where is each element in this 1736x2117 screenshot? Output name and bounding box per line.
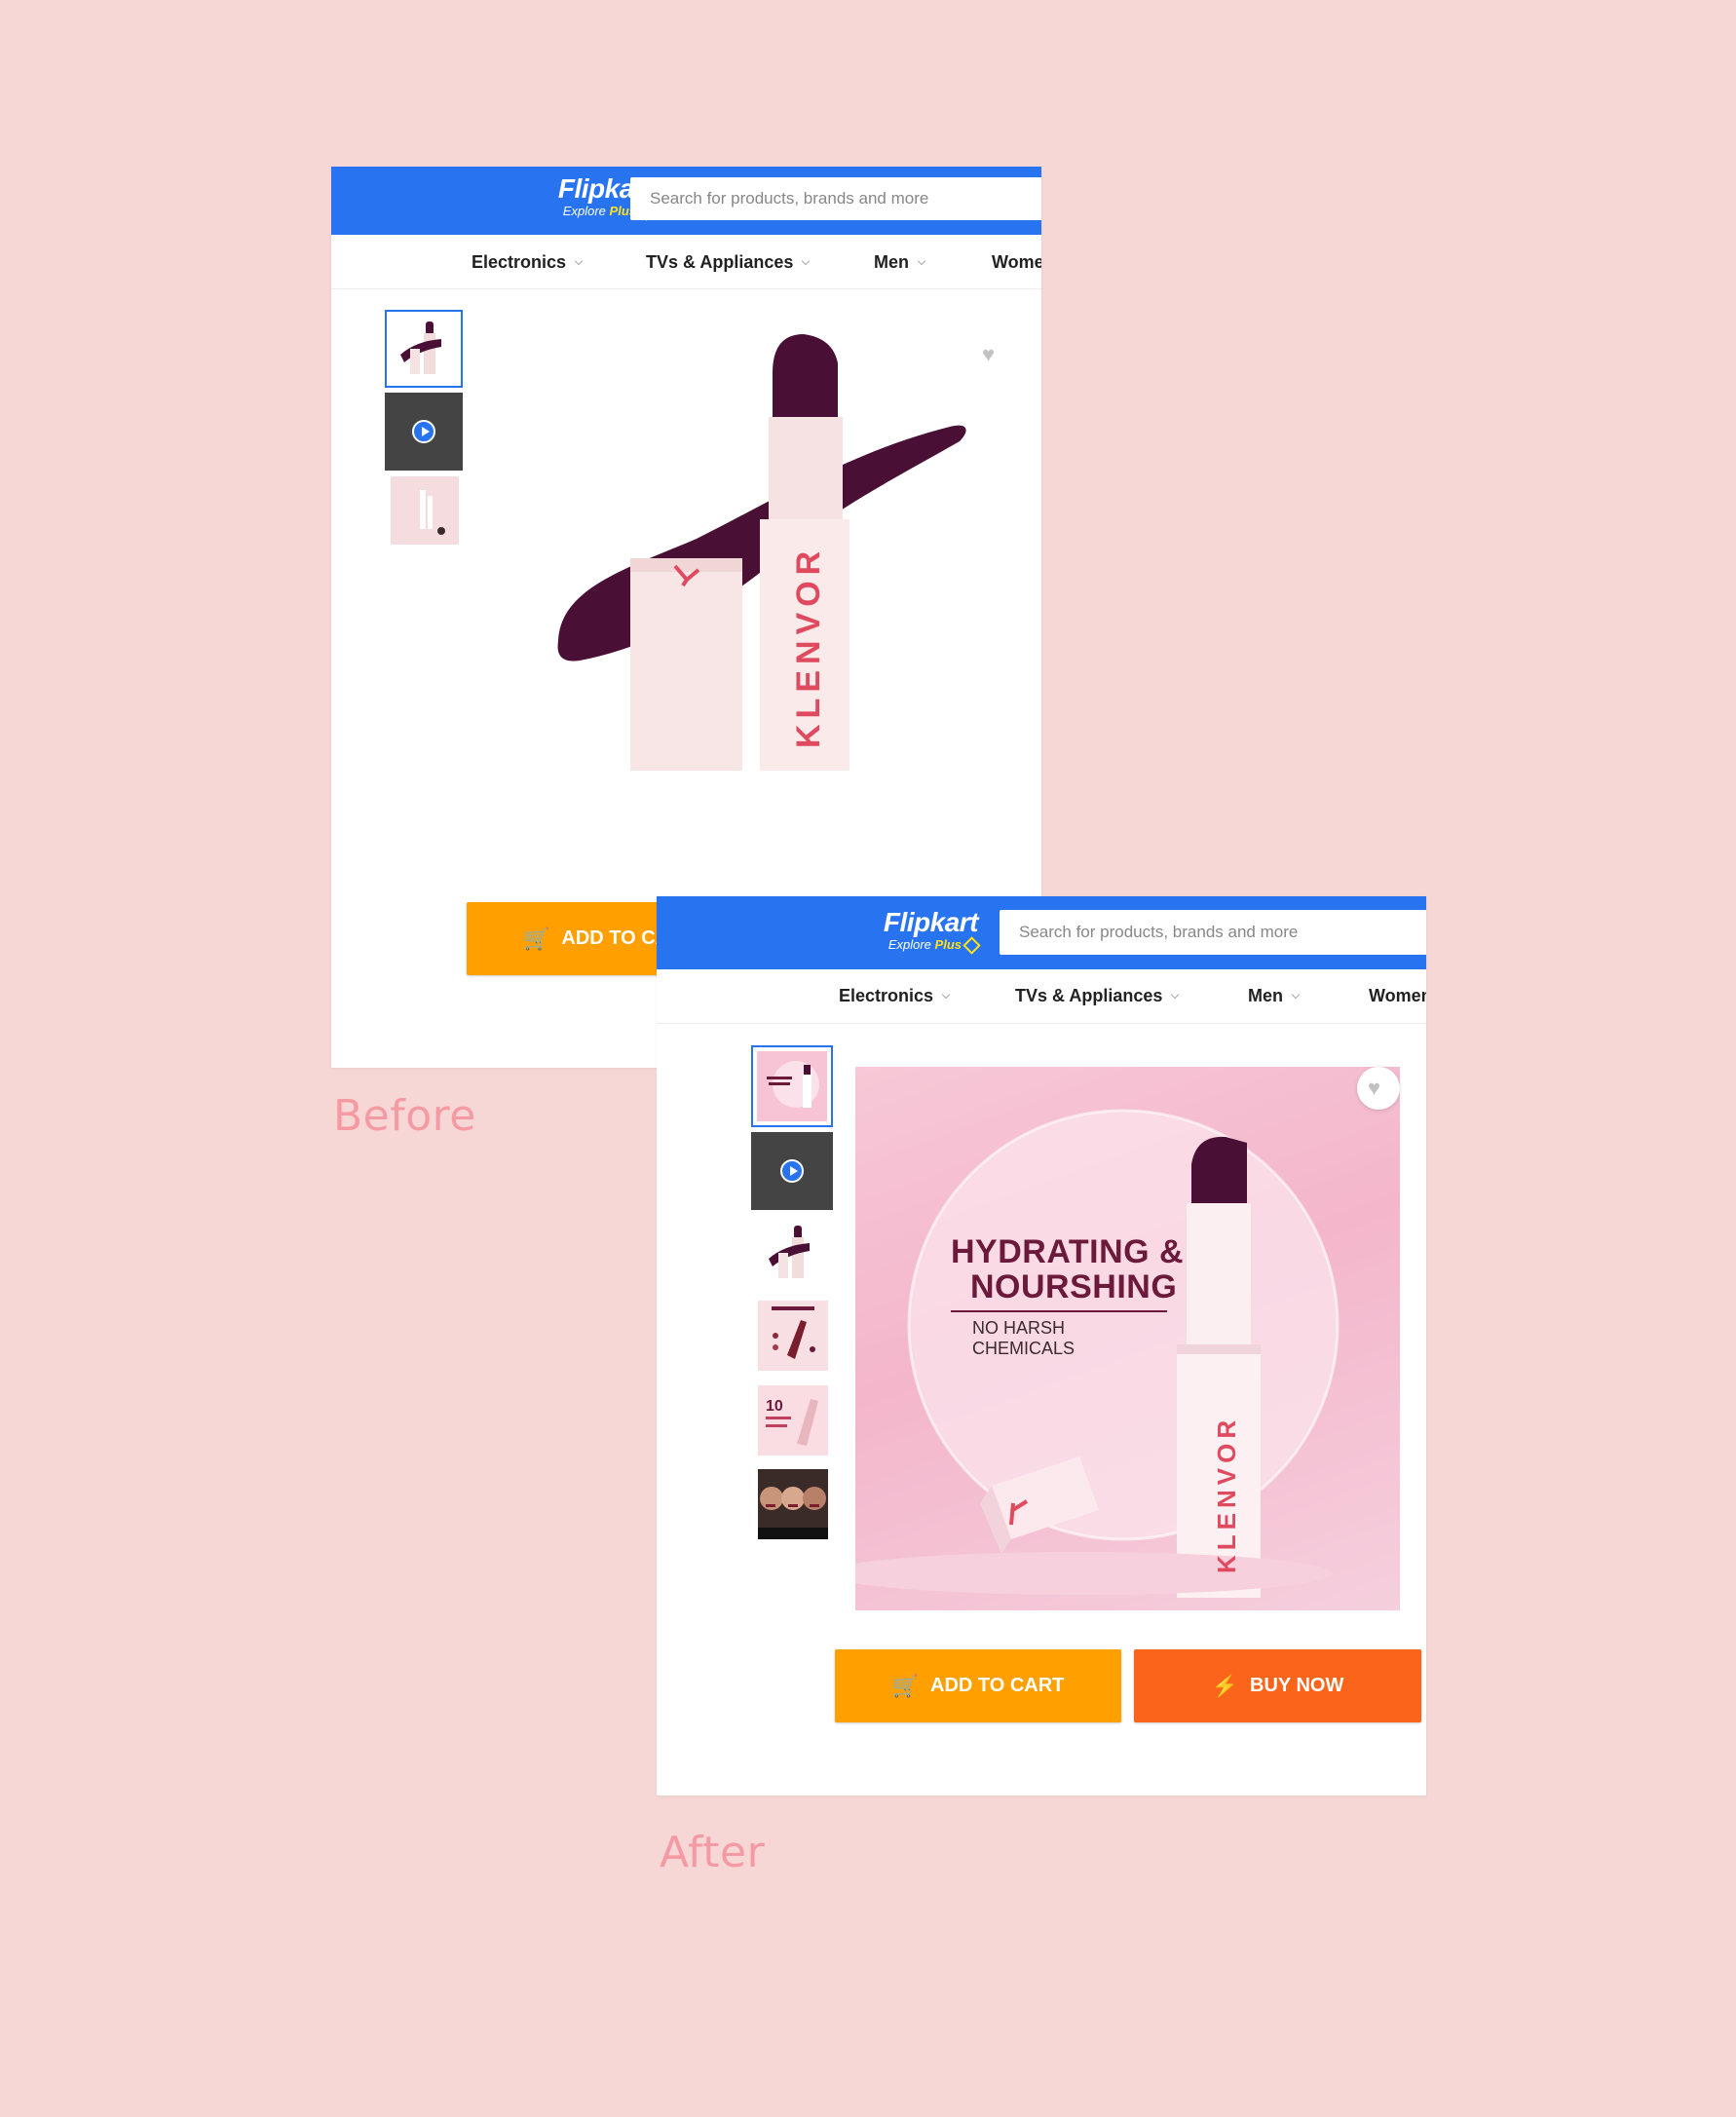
after-screenshot: Flipkart Explore Plus Electronics TVs & … [657, 896, 1426, 1796]
header-bar: Flipkart Explore Plus [657, 896, 1426, 969]
nav-label: Women [1369, 986, 1426, 1005]
tagline-plus: Plus [934, 937, 962, 952]
wishlist-button[interactable]: ♥ [1357, 1067, 1400, 1110]
nav-tvs-appliances[interactable]: TVs & Appliances [1015, 986, 1180, 1006]
search-input[interactable] [630, 177, 1041, 220]
tagline-explore: Explore [562, 204, 606, 218]
nav-tvs-appliances[interactable]: TVs & Appliances [646, 252, 811, 273]
header-bar: Flipkart Explore Plus [331, 167, 1041, 235]
category-nav: Electronics TVs & Appliances Men Wome [331, 235, 1041, 289]
nav-men[interactable]: Men [874, 252, 926, 273]
banner-subline: NO HARSH CHEMICALS [951, 1310, 1167, 1359]
nav-men[interactable]: Men [1248, 986, 1301, 1006]
thumbnail-benefits[interactable]: 10 [758, 1385, 828, 1455]
product-image: KLENVOR [557, 334, 966, 771]
bolt-icon: ⚡ [1211, 1673, 1239, 1698]
flipkart-logo[interactable]: Flipkart Explore Plus [842, 907, 981, 955]
nav-women[interactable]: Wome [992, 252, 1041, 273]
heart-icon: ♥ [1368, 1076, 1381, 1100]
cart-icon: 🛒 [523, 926, 550, 951]
thumbnail-video[interactable] [751, 1132, 833, 1210]
play-icon [780, 1159, 804, 1183]
chevron-down-icon [802, 256, 811, 266]
banner-headline: HYDRATING & NOURSHING NO HARSH CHEMICALS [951, 1234, 1184, 1359]
thumbnail-shades[interactable] [758, 1301, 828, 1371]
product-brand-text: KLENVOR [790, 546, 827, 748]
add-to-cart-label: ADD TO CA [561, 927, 670, 949]
thumbnail-banner[interactable] [751, 1045, 833, 1127]
chevron-down-icon [1171, 990, 1180, 1000]
nav-electronics[interactable]: Electronics [472, 252, 584, 273]
buy-now-button[interactable]: ⚡ BUY NOW [1134, 1649, 1421, 1722]
chevron-down-icon [917, 256, 926, 266]
chevron-down-icon [941, 990, 951, 1000]
product-banner-image: KLENVOR HYDRATING & NOURSHING NO HARSH C… [855, 1067, 1400, 1610]
nav-label: Wome [992, 252, 1041, 272]
nav-label: TVs & Appliances [646, 252, 794, 272]
thumbnail-lipstick[interactable] [385, 310, 463, 388]
shades-thumb-icon [758, 1301, 828, 1371]
lipstick-thumb-icon [400, 321, 441, 374]
banner-headline-line-2: NOURSHING [970, 1268, 1178, 1305]
play-icon [412, 420, 435, 443]
thumbnail-models[interactable] [758, 1469, 828, 1539]
nav-women[interactable]: Women [1369, 986, 1426, 1006]
add-to-cart-button[interactable]: 🛒 ADD TO CART [835, 1649, 1121, 1722]
before-caption: Before [333, 1091, 476, 1141]
search-input[interactable] [1000, 910, 1426, 955]
product-brand-text: KLENVOR [1212, 1416, 1241, 1573]
chevron-down-icon [574, 256, 584, 266]
thumbnail-lifestyle[interactable] [391, 476, 459, 545]
nav-label: Men [1248, 986, 1283, 1005]
after-caption: After [660, 1828, 766, 1877]
logo-text: Flipkart [883, 907, 979, 937]
lipstick-thumb-icon [769, 1226, 810, 1278]
thumb-number: 10 [766, 1398, 783, 1415]
cart-icon: 🛒 [891, 1673, 919, 1698]
chevron-down-icon [1291, 990, 1301, 1000]
tagline-explore: Explore [887, 937, 931, 952]
logo-tagline: Explore Plus [842, 936, 981, 955]
nav-label: Electronics [839, 986, 934, 1005]
thumbnail-video[interactable] [385, 393, 463, 471]
nav-electronics[interactable]: Electronics [839, 986, 951, 1006]
nav-label: Electronics [472, 252, 567, 272]
plus-icon [962, 936, 981, 955]
banner-headline-line-1: HYDRATING & [951, 1233, 1185, 1270]
thumbnail-lipstick[interactable] [755, 1216, 829, 1290]
category-nav: Electronics TVs & Appliances Men Women [657, 969, 1426, 1024]
models-thumb-icon [758, 1469, 828, 1539]
nav-label: Men [874, 252, 909, 272]
buy-now-label: BUY NOW [1250, 1675, 1344, 1696]
nav-label: TVs & Appliances [1015, 986, 1163, 1005]
banner-thumb-icon [757, 1051, 827, 1121]
lifestyle-thumb-icon [391, 476, 459, 545]
benefits-thumb-icon: 10 [758, 1385, 828, 1455]
add-to-cart-label: ADD TO CART [930, 1675, 1065, 1696]
wishlist-heart-icon[interactable]: ♥ [982, 344, 995, 365]
